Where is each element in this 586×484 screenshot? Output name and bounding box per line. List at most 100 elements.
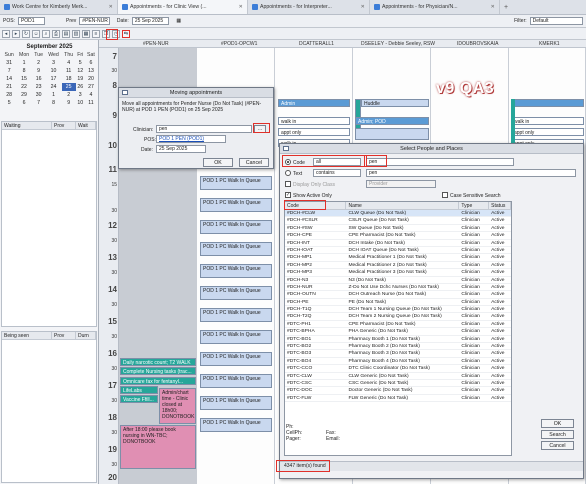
close-icon[interactable]: ✕ — [491, 4, 495, 10]
status-column-header[interactable]: Status — [489, 202, 511, 209]
browser-tab-clinic-view[interactable]: Appointments - for Clinic View (... ✕ — [118, 0, 248, 14]
calendar-day[interactable]: 11 — [62, 67, 76, 75]
table-row[interactable]: #DCH-#CLW CLW Queue (Do Not Task) Clinicia… — [285, 210, 511, 218]
grid-icon[interactable]: ▦ — [82, 29, 90, 38]
forward-icon[interactable]: ▸ — [12, 29, 20, 38]
being-seen-grid[interactable]: Being seen Prov Durn — [1, 331, 97, 483]
cancel-button[interactable]: Cancel — [541, 441, 574, 450]
appointment-block[interactable] — [355, 128, 429, 140]
appointment-block[interactable]: POD 1 PC Walk In Queue — [200, 264, 272, 278]
table-row[interactable]: #DTC-BO2 Pharmacy Booth 2 (Do Not Task) Cl… — [285, 343, 511, 351]
browser-tab-interpreter[interactable]: Appointments - for Interpreter... ✕ — [248, 0, 370, 14]
calendar-day[interactable]: 10 — [76, 99, 85, 107]
calendar-day[interactable]: 15 — [16, 75, 32, 83]
table-row[interactable]: #DCH-MP2 Medical Practitioner 2 (Do Not T… — [285, 262, 511, 270]
table-row[interactable]: #DCH-PE PE (Do Not Task) Clinician Active — [285, 299, 511, 307]
clinician-input[interactable]: pen — [156, 125, 252, 133]
calendar-day[interactable]: 1 — [16, 59, 32, 67]
appointment-block[interactable]: Admin/chart time - Clinic closed at 18h0… — [159, 388, 196, 424]
calendar-day[interactable]: 9 — [62, 99, 76, 107]
appointment-block[interactable]: LifeLabs 1pc... — [120, 386, 158, 394]
calendar-day[interactable]: 5 — [2, 99, 16, 107]
code-scope-select[interactable]: all — [313, 158, 361, 166]
browser-tab-work-centre[interactable]: Work Centre for Kimberly Merk... ✕ — [0, 0, 118, 14]
table-row[interactable]: #DCH-IOAT DCH IOAT Queue (Do Not Task) Cli… — [285, 247, 511, 255]
appointment-block[interactable]: POD 1 PC Walk In Queue — [200, 220, 272, 234]
calendar-day[interactable]: 10 — [45, 67, 61, 75]
calendar-day[interactable]: 30 — [32, 91, 46, 99]
calendar-day[interactable]: 28 — [2, 91, 16, 99]
people-results-table[interactable]: Code Name Type Status #DCH-#CLW CLW Queue… — [284, 201, 512, 456]
appointment-block[interactable]: POD 1 PC Walk In Queue — [200, 286, 272, 300]
new-tab-button[interactable]: + — [500, 0, 514, 14]
calendar-day[interactable]: 1 — [45, 91, 61, 99]
show-active-checkbox[interactable]: ✓ — [285, 192, 291, 198]
calendar-day[interactable]: 2 — [62, 91, 76, 99]
calendar-day[interactable]: 7 — [32, 99, 46, 107]
calendar-day[interactable]: 7 — [2, 67, 16, 75]
calendar-day[interactable]: 31 — [2, 59, 16, 67]
table-row[interactable]: #DTC-CCO DTC Clinic Coordinator (Do Not T… — [285, 365, 511, 373]
appointment-block[interactable]: appt only — [278, 128, 350, 136]
copy-icon[interactable]: ❐ — [102, 29, 110, 38]
text-search-input[interactable]: pen — [366, 169, 576, 177]
appointment-block[interactable]: appt only — [511, 128, 584, 136]
table-row[interactable]: #DCH-#CSLR CSLR Queue (Do Not Task) Clinic… — [285, 217, 511, 225]
calendar-day[interactable]: 27 — [85, 83, 97, 91]
refresh-icon[interactable]: ↻ — [22, 29, 30, 38]
back-icon[interactable]: ◂ — [2, 29, 10, 38]
appointment-block[interactable]: POD 1 PC Walk In Queue — [200, 308, 272, 322]
column-header[interactable]: #PEN-NUR — [143, 41, 169, 47]
appointment-block[interactable]: Admin — [278, 99, 350, 107]
calendar-day[interactable]: 2 — [32, 59, 46, 67]
column-header[interactable]: DCATTERALL1 — [299, 41, 334, 47]
table-row[interactable]: #DTC-BPHA PHA Generic (Do Not Task) Clinic… — [285, 328, 511, 336]
calendar-day[interactable]: 3 — [45, 59, 61, 67]
table-row[interactable]: #DCH-T1Q DCH Team 1 Nursing Queue (Do Not… — [285, 306, 511, 314]
pos-link[interactable]: POD 1 PEN (POD1) — [156, 135, 226, 143]
calendar-day[interactable]: 8 — [45, 99, 61, 107]
move-appointments-icon[interactable]: ⇆ — [122, 29, 130, 38]
calendar-day[interactable]: 22 — [16, 83, 32, 91]
print-icon[interactable]: ⎙ — [52, 29, 60, 38]
calendar-day[interactable]: 9 — [32, 67, 46, 75]
calendar-day[interactable]: 21 — [2, 83, 16, 91]
calendar-day[interactable]: 20 — [85, 75, 97, 83]
appointment-block[interactable]: POD 1 PC Walk In Queue — [200, 352, 272, 366]
clock-icon[interactable]: ◷ — [112, 29, 120, 38]
calendar-day[interactable]: 26 — [76, 83, 85, 91]
search-icon[interactable]: ⌕ — [42, 29, 50, 38]
table-row[interactable]: #DCH-INT DCH Intake (Do Not Task) Clinicia… — [285, 240, 511, 247]
prev-input[interactable]: #PEN-NUR — [79, 17, 110, 25]
table-row[interactable]: #DCH-OUTN DCH Outreach Nurse (Do Not Task… — [285, 291, 511, 299]
appointment-block[interactable]: walk in — [278, 117, 350, 125]
calendar-day-selected[interactable]: 25 — [61, 83, 76, 91]
table-row[interactable]: #DTC-CLW CLW Generic (Do Not Task) Clinici… — [285, 373, 511, 380]
user-icon[interactable]: ☺ — [32, 29, 40, 38]
appointment-block[interactable]: POD 1 PC Walk In Queue — [200, 242, 272, 256]
table-row[interactable]: #DTC-PH1 CPE Pharmacist (Do Not Task) Clin… — [285, 321, 511, 329]
table-row[interactable]: #DCH-NUR Z-Do Not Use Dchc Nurses (Do Not… — [285, 284, 511, 292]
code-radio[interactable] — [285, 159, 291, 167]
name-column-header[interactable]: Name — [346, 202, 460, 209]
appointment-block[interactable]: Admin; POD — [355, 117, 429, 125]
provider-select[interactable]: Provider — [366, 180, 436, 188]
appointment-block[interactable]: POD 1 PC Walk In Queue — [200, 330, 272, 344]
ok-button[interactable]: OK — [541, 419, 574, 428]
table-row[interactable]: #DTC-CSC CSC Generic (Do Not Task) Clinici… — [285, 380, 511, 388]
calendar-day[interactable]: 23 — [32, 83, 46, 91]
filter-select[interactable]: Default — [529, 17, 583, 25]
table-row[interactable]: #DCH-MP3 Medical Practitioner 3 (Do Not T… — [285, 269, 511, 277]
calendar-day[interactable]: 6 — [16, 99, 32, 107]
appointment-marker[interactable] — [511, 99, 515, 147]
column-header[interactable]: #POD1-OPCW1 — [221, 41, 257, 47]
calendar-day[interactable]: 18 — [62, 75, 76, 83]
calendar-day[interactable]: 4 — [85, 91, 97, 99]
calendar-day[interactable]: 16 — [32, 75, 46, 83]
appointment-block[interactable]: POD 1 PC Walk In Queue — [200, 396, 272, 410]
table-row[interactable]: #DTC-DOC Doctor Generic (Do Not Task) Clin… — [285, 387, 511, 395]
table-row[interactable]: #DCH-MP1 Medical Practitioner 1 (Do Not T… — [285, 254, 511, 262]
close-icon[interactable]: ✕ — [109, 4, 113, 10]
calendar-day[interactable]: 6 — [85, 59, 97, 67]
pos-input[interactable]: POD1 — [17, 17, 46, 25]
